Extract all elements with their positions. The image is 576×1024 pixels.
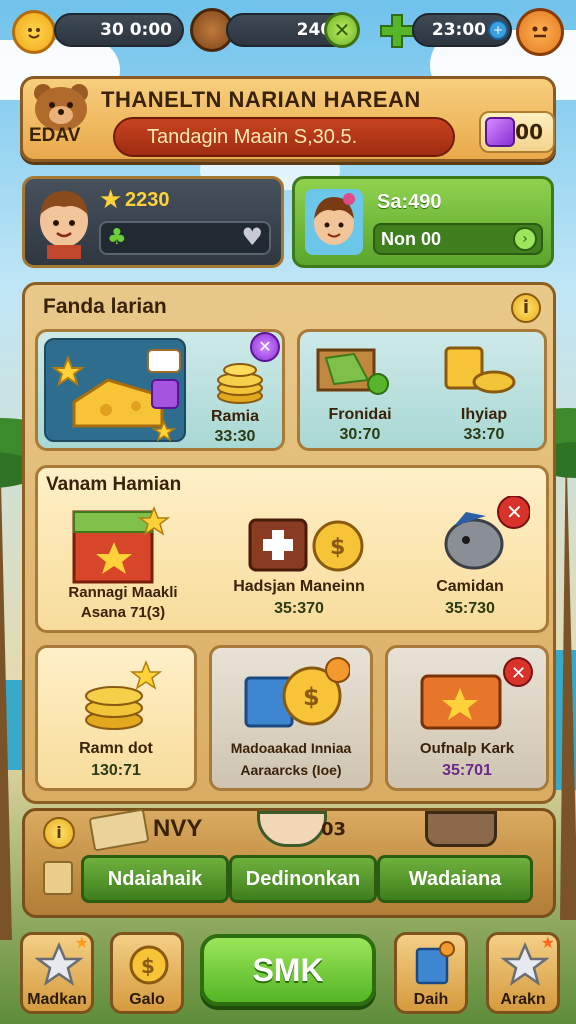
resource-counter-1-value: 30 0:00 <box>100 20 172 40</box>
section-2-item-sub: Asana 71(3) <box>80 604 166 621</box>
player-avatar <box>40 191 88 259</box>
bear-avatar-icon <box>29 81 93 131</box>
chest-icon: ✕ <box>420 657 533 730</box>
shop-panel: Fanda larian i ✕ Ramia 33:30 Fronidai 30… <box>22 282 556 804</box>
shop-card-book[interactable]: $ Madoaakad Inniaa Aaraarcks (Ioe) <box>209 645 373 791</box>
heart-icon[interactable]: ♥ <box>241 223 263 251</box>
nav-button-gold[interactable]: $ Galo <box>110 932 184 1014</box>
category-button-2[interactable]: Dedinonkan <box>229 855 377 903</box>
nav-badge-icon: ★ <box>540 933 555 952</box>
strip-info-icon[interactable]: i <box>43 817 75 849</box>
event-tag: EDAV <box>29 125 81 146</box>
card-price: 33:30 <box>214 428 256 445</box>
player-progress-bar: ♣ ♥ <box>99 221 271 255</box>
coin-stack-icon <box>214 356 266 408</box>
nav-button-arena[interactable]: ★ Arakn <box>486 932 560 1014</box>
main-action-button[interactable]: SMK <box>200 934 376 1006</box>
shop-card-featured[interactable]: ✕ Ramia 33:30 <box>35 329 285 451</box>
box-icon <box>43 861 73 895</box>
card-label: Oufnalp Kark <box>419 740 515 757</box>
nav-label: Madkan <box>27 991 87 1008</box>
resource-counter-1: 30 0:00 <box>54 13 184 47</box>
resource-counter-3-value: 23:00 <box>431 20 486 40</box>
friend-value: Sa:490 <box>377 191 442 213</box>
card-price: 35:701 <box>442 762 492 779</box>
arrow-right-icon[interactable]: › <box>513 227 537 251</box>
card-price: 130:71 <box>91 762 141 779</box>
medkit-icon: $ <box>248 518 364 572</box>
strip-badge: 03 <box>321 819 347 840</box>
add-resource-icon[interactable]: ✕ <box>324 12 360 48</box>
svg-text:✕: ✕ <box>511 663 526 684</box>
character-head-icon <box>257 811 327 847</box>
card-label: Ramn dot <box>79 740 153 757</box>
shop-info-icon[interactable]: i <box>511 293 541 323</box>
svg-text:✕: ✕ <box>506 500 523 524</box>
event-subtitle: Tandagin Maain S,30.5. <box>113 117 455 157</box>
friend-progress-bar: Non 00 › <box>373 223 543 255</box>
section-2-item-label: Hadsjan Maneinn <box>233 578 365 595</box>
friend-sub: Non 00 <box>381 229 442 249</box>
svg-text:$: $ <box>303 683 320 711</box>
star-icon: ★ <box>99 185 123 215</box>
ticket-icon <box>88 808 150 852</box>
friend-panel[interactable]: Sa:490 Non 00 › <box>292 176 554 268</box>
book-icon <box>415 941 455 985</box>
card-label: Ihyiap <box>460 406 508 423</box>
section-2-item-price: 35:730 <box>445 600 495 617</box>
section-2-item-label: Camidan <box>436 578 504 595</box>
robot-icon <box>425 811 497 847</box>
player-panel[interactable]: ★ 2230 ♣ ♥ <box>22 176 284 268</box>
nav-label: Galo <box>129 991 165 1008</box>
coin-icon: $ <box>129 945 169 985</box>
shop-card-coins[interactable]: Ramn dot 130:71 <box>35 645 197 791</box>
section-2-item-label: Rannagi Maakli <box>68 584 178 601</box>
map-box-icon <box>316 348 389 395</box>
card-price: 30:70 <box>339 426 381 443</box>
shop-section-2: Vanam Hamian Rannagi Maakli Asana 71(3) … <box>35 465 549 633</box>
nav-label: Arakn <box>500 991 546 1008</box>
info-icon[interactable]: + <box>488 20 508 40</box>
category-strip: i NVY 03 Ndaiahaik Dedinonkan Wadaiana <box>22 808 556 918</box>
shop-card-pack[interactable]: Fronidai 30:70 Ihyiap 33:70 <box>297 329 547 451</box>
creature-icon: ✕ <box>444 496 530 570</box>
shop-title: Fanda larian <box>43 295 167 318</box>
section-2-title: Vanam Hamian <box>46 474 182 495</box>
card-label: Ramia <box>210 408 260 425</box>
player-stars: 2230 <box>125 189 170 211</box>
card-label: Fronidai <box>328 406 392 423</box>
event-header: THANELTN NARIAN HAREAN EDAV Tandagin Maa… <box>20 76 556 162</box>
gold-bar-icon <box>444 346 516 394</box>
profile-face-icon[interactable] <box>516 8 564 56</box>
card-sub: Aaraarcks (Ioe) <box>240 762 342 778</box>
nav-badge-icon: ★ <box>74 933 89 952</box>
section-2-item-price: 35:370 <box>274 600 324 617</box>
shop-card-chest[interactable]: ✕ Oufnalp Kark 35:701 <box>385 645 549 791</box>
green-cross-icon <box>378 12 416 50</box>
resource-bar: 30 0:00 2400 ✕ 23:00 + <box>0 0 576 64</box>
event-title: THANELTN NARIAN HAREAN <box>101 87 421 112</box>
nav-label: Daih <box>413 991 449 1008</box>
nav-button-home[interactable]: ★ Madkan <box>20 932 94 1014</box>
svg-text:$: $ <box>330 535 345 560</box>
friend-avatar <box>305 189 363 255</box>
category-button-1[interactable]: Ndaiahaik <box>81 855 229 903</box>
clover-icon: ♣ <box>107 225 127 250</box>
sun-icon[interactable] <box>12 10 56 54</box>
featured-image <box>44 338 186 442</box>
card-price: 33:70 <box>463 426 505 443</box>
card-label: Madoaakad Inniaa <box>230 740 352 756</box>
book-coin-icon: $ <box>244 657 350 728</box>
nav-button-book[interactable]: Daih <box>394 932 468 1014</box>
coin-pile-icon <box>85 659 163 730</box>
gem-counter[interactable]: 00 <box>479 111 555 153</box>
strip-label: NVY <box>153 815 203 842</box>
category-button-3[interactable]: Wadaiana <box>377 855 533 903</box>
svg-text:$: $ <box>141 954 155 978</box>
gem-icon <box>485 117 515 147</box>
gift-box-icon <box>72 505 171 584</box>
cheese-icon <box>51 349 181 442</box>
gem-count: 00 <box>515 120 543 144</box>
